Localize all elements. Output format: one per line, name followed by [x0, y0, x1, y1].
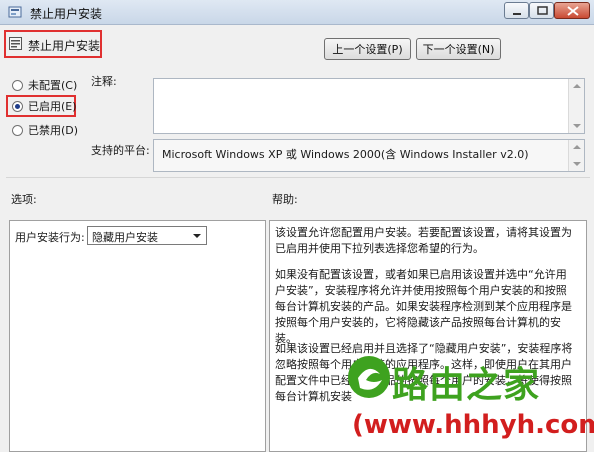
- options-section-label: 选项:: [11, 193, 37, 206]
- close-icon: [567, 6, 579, 16]
- close-button[interactable]: [554, 2, 590, 19]
- radio-not-configured[interactable]: 未配置(C): [12, 77, 77, 93]
- watermark-url: (www.hhhyh.com): [352, 410, 594, 440]
- platform-box: Microsoft Windows XP 或 Windows 2000(含 Wi…: [153, 139, 585, 172]
- radio-disabled-label: 已禁用(D): [28, 124, 79, 137]
- policy-title: 禁止用户安装: [28, 39, 101, 53]
- options-panel: [9, 220, 266, 452]
- window-title: 禁止用户安装: [30, 7, 103, 21]
- title-bar: 禁止用户安装: [0, 0, 594, 25]
- radio-disabled-circle[interactable]: [12, 124, 23, 136]
- next-setting-button[interactable]: 下一个设置(N): [416, 38, 501, 60]
- install-behavior-label: 用户安装行为:: [15, 231, 85, 244]
- minimize-icon: [513, 13, 521, 15]
- help-section-label: 帮助:: [272, 193, 298, 206]
- previous-setting-button[interactable]: 上一个设置(P): [324, 38, 411, 60]
- help-paragraph-2: 如果没有配置该设置，或者如果已启用该设置并选中“允许用户安装”，安装程序将允许并…: [275, 268, 572, 345]
- policy-app-icon: [8, 6, 22, 18]
- policy-setting-icon: [9, 37, 22, 50]
- section-divider: [6, 177, 590, 178]
- comment-textarea[interactable]: [153, 78, 585, 134]
- scroll-up-icon[interactable]: [573, 145, 581, 149]
- radio-enabled[interactable]: 已启用(E): [12, 98, 77, 114]
- chevron-down-icon: [193, 234, 201, 238]
- platform-value: Microsoft Windows XP 或 Windows 2000(含 Wi…: [162, 148, 529, 161]
- maximize-button[interactable]: [529, 2, 554, 19]
- help-paragraph-1: 该设置允许您配置用户安装。若要配置该设置，请将其设置为已启用并使用下拉列表选择您…: [275, 226, 572, 255]
- radio-not-configured-circle[interactable]: [12, 79, 23, 91]
- comment-label: 注释:: [91, 75, 117, 88]
- maximize-icon: [537, 6, 548, 15]
- watermark-brand: 路由之家: [392, 365, 541, 406]
- scroll-down-icon[interactable]: [573, 124, 581, 128]
- scroll-up-icon[interactable]: [573, 84, 581, 88]
- scroll-down-icon[interactable]: [573, 162, 581, 166]
- platform-label: 支持的平台:: [91, 144, 150, 157]
- platform-scrollbar[interactable]: [568, 140, 584, 171]
- radio-not-configured-label: 未配置(C): [28, 79, 78, 92]
- install-behavior-value: 隐藏用户安装: [92, 231, 158, 244]
- watermark: 路由之家 (www.hhhyh.com): [346, 348, 594, 450]
- install-behavior-dropdown[interactable]: 隐藏用户安装: [87, 226, 207, 245]
- radio-enabled-circle[interactable]: [12, 100, 23, 112]
- comment-scrollbar[interactable]: [568, 79, 584, 133]
- watermark-logo-icon: [348, 356, 390, 398]
- radio-enabled-label: 已启用(E): [28, 100, 77, 113]
- radio-disabled[interactable]: 已禁用(D): [12, 122, 78, 138]
- minimize-button[interactable]: [504, 2, 529, 19]
